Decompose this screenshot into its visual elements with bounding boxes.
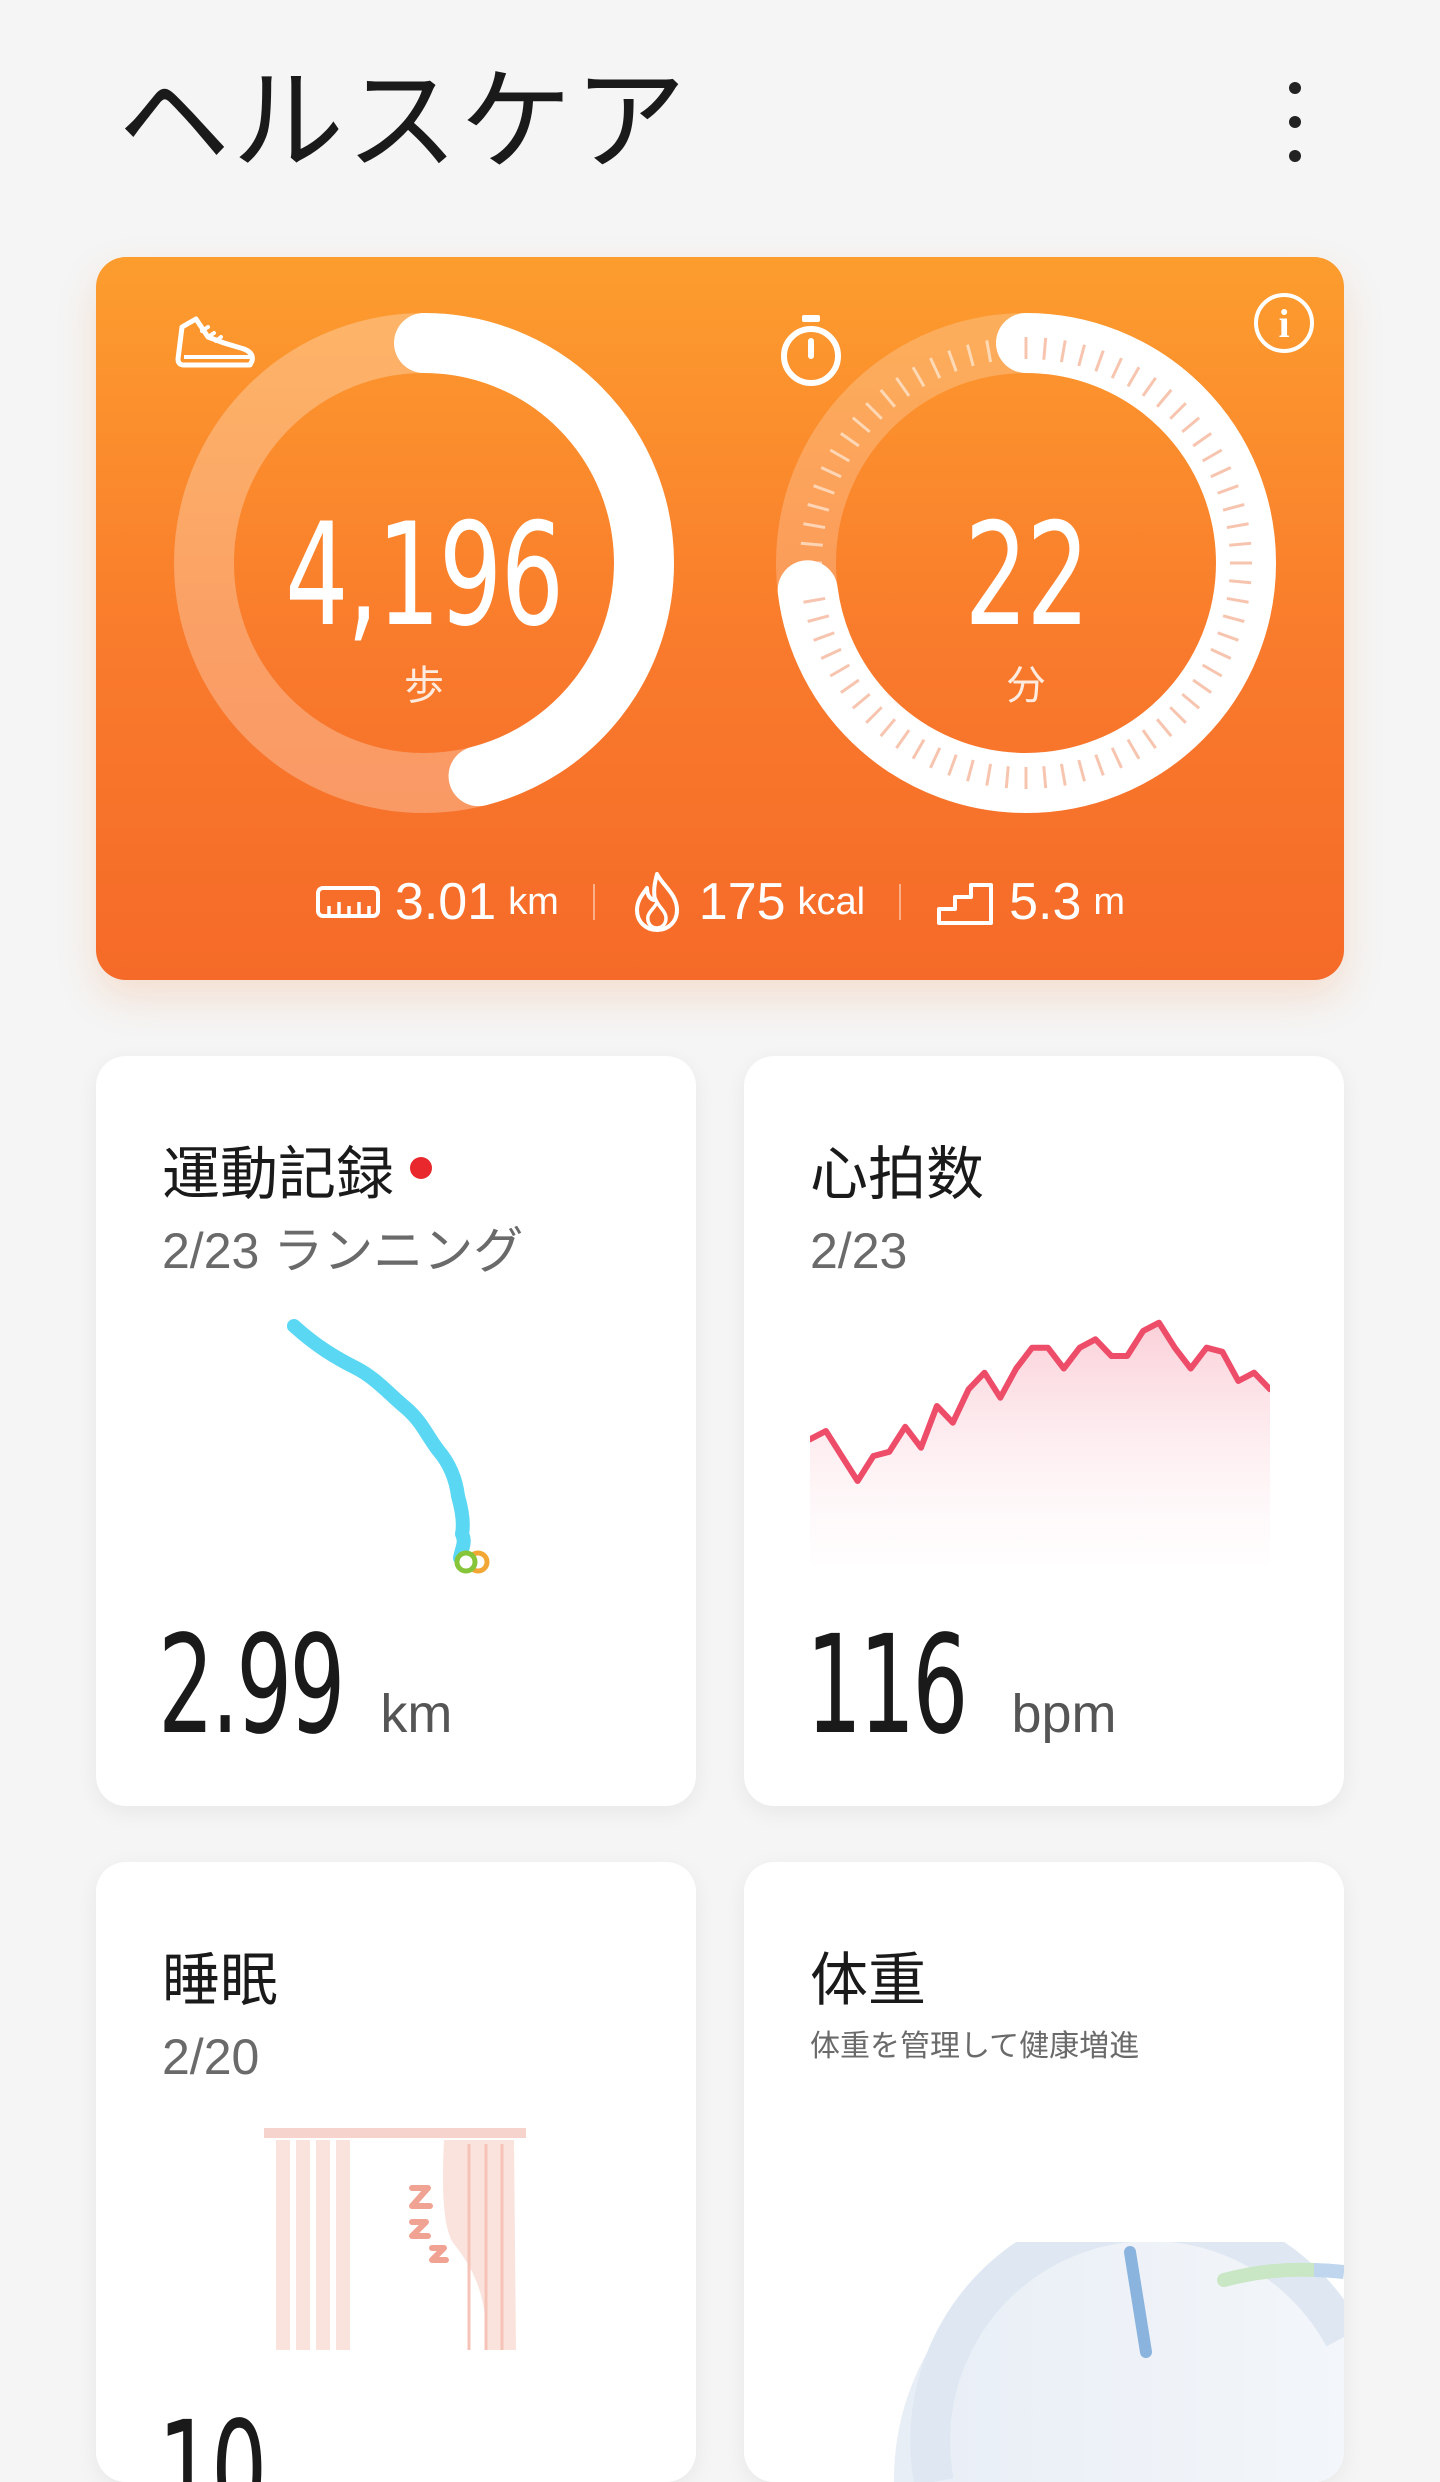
card-title: 心拍数 [810, 1140, 985, 1208]
more-dot [1289, 82, 1301, 94]
more-dot [1289, 150, 1301, 162]
steps-unit: 歩 [404, 663, 444, 709]
more-options-button[interactable] [1265, 62, 1325, 182]
distance-value: 3.01 [394, 873, 497, 931]
ruler-icon [315, 886, 380, 918]
distance-unit: km [508, 880, 559, 923]
card-title: 体重 [810, 1946, 927, 2014]
sleep-value: 10 [158, 2393, 267, 2482]
scale-gauge-illustration [894, 2242, 1344, 2482]
heart-rate-card[interactable]: 心拍数 2/23 116 bpm [744, 1056, 1344, 1806]
card-subtitle: 体重を管理して健康増進 [810, 2029, 1140, 2064]
steps-value: 4,196 [285, 493, 564, 658]
exercise-distance: 2.99 km [158, 1616, 452, 1756]
flame-icon [634, 872, 679, 932]
calories-stat: 175 kcal [595, 870, 899, 934]
activity-summary-card[interactable]: i 4,196 歩 22 分 3.01 km 175 kcal 5.3 m [96, 257, 1344, 980]
steps-ring[interactable]: 4,196 歩 [174, 313, 674, 813]
weight-card[interactable]: 体重 体重を管理して健康増進 [744, 1862, 1344, 2482]
running-route-map [287, 1319, 490, 1574]
exercise-distance-unit: km [380, 1684, 453, 1744]
card-title: 運動記録 [162, 1134, 433, 1214]
stairs-icon [937, 883, 994, 925]
exercise-distance-value: 2.99 [158, 1607, 345, 1765]
exercise-record-card[interactable]: 運動記録 2/23 ランニング 2.99 km [96, 1056, 696, 1806]
heart-rate-sparkline [810, 1319, 1270, 1566]
calories-value: 175 [698, 873, 786, 931]
calories-unit: kcal [797, 880, 866, 923]
sleep-card[interactable]: 睡眠 2/20 10 [96, 1862, 696, 2482]
climb-value: 5.3 [1009, 873, 1082, 931]
more-dot [1289, 116, 1301, 128]
card-date: 2/23 [810, 1223, 908, 1279]
card-subtitle: 2/23 ランニング [162, 1223, 524, 1279]
active-minutes-ring[interactable]: 22 分 [776, 313, 1276, 813]
card-title: 睡眠 [162, 1946, 279, 2014]
page-title: ヘルスケア [118, 57, 688, 187]
sleep-value-row: 10 [158, 2402, 306, 2482]
heart-rate-unit: bpm [1011, 1684, 1117, 1744]
route-start-marker [454, 1550, 478, 1574]
heart-rate-value-row: 116 bpm [806, 1616, 1117, 1756]
new-indicator-dot [410, 1156, 433, 1179]
snore-z-icon [409, 2185, 449, 2263]
distance-stat: 3.01 km [281, 872, 593, 932]
climb-stat: 5.3 m [901, 872, 1159, 932]
heart-rate-value: 116 [806, 1607, 968, 1765]
minutes-unit: 分 [1006, 663, 1046, 709]
climb-unit: m [1093, 880, 1126, 923]
activity-stats-row: 3.01 km 175 kcal 5.3 m [96, 862, 1344, 942]
curtain-illustration [264, 2128, 526, 2350]
minutes-value: 22 [964, 493, 1089, 658]
card-date: 2/20 [162, 2029, 260, 2085]
